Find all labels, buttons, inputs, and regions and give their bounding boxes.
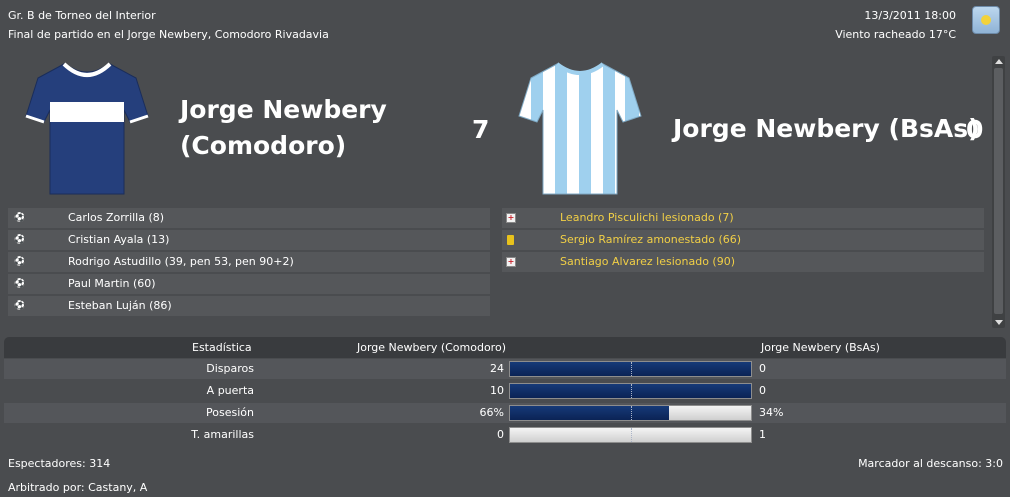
match-datetime: 13/3/2011 18:00 bbox=[864, 9, 956, 22]
stats-header-away: Jorge Newbery (BsAs) bbox=[761, 341, 880, 354]
stat-bar bbox=[509, 427, 752, 443]
stat-row-possession: Posesión 66% 34% bbox=[4, 403, 1006, 423]
away-event-text: Leandro Pisculichi lesionado (7) bbox=[560, 211, 734, 224]
scroll-up-arrow-icon[interactable] bbox=[995, 59, 1003, 64]
stat-home-value: 66% bbox=[479, 406, 504, 419]
stat-home-value: 0 bbox=[497, 428, 504, 441]
stat-bar-midline bbox=[631, 428, 632, 442]
home-event-row[interactable]: ⚽ Paul Martin (60) bbox=[8, 274, 490, 294]
home-team-name-line2: (Comodoro) bbox=[180, 131, 347, 160]
home-event-text: Cristian Ayala (13) bbox=[68, 233, 170, 246]
stat-label: Posesión bbox=[206, 406, 254, 419]
goal-ball-icon: ⚽ bbox=[14, 213, 26, 223]
stat-row-shots: Disparos 24 0 bbox=[4, 359, 1006, 379]
away-event-row[interactable]: + Santiago Alvarez lesionado (90) bbox=[502, 252, 984, 272]
spectators-label: Espectadores: 314 bbox=[8, 457, 111, 470]
stat-bar bbox=[509, 383, 752, 399]
away-event-text: Sergio Ramírez amonestado (66) bbox=[560, 233, 742, 246]
stat-label: T. amarillas bbox=[191, 428, 254, 441]
stat-bar-midline bbox=[631, 384, 632, 398]
goal-ball-icon: ⚽ bbox=[14, 301, 26, 311]
away-event-text: Santiago Alvarez lesionado (90) bbox=[560, 255, 736, 268]
away-score: 0 bbox=[966, 115, 984, 144]
stat-label: A puerta bbox=[206, 384, 254, 397]
stat-bar-midline bbox=[631, 406, 632, 420]
stats-header: Estadística Jorge Newbery (Comodoro) Jor… bbox=[4, 337, 1006, 358]
competition-label[interactable]: Gr. B de Torneo del Interior bbox=[8, 9, 156, 22]
stat-home-value: 10 bbox=[490, 384, 504, 397]
away-shirt-icon bbox=[518, 62, 642, 195]
home-event-text: Carlos Zorrilla (8) bbox=[68, 211, 165, 224]
away-event-row[interactable]: + Leandro Pisculichi lesionado (7) bbox=[502, 208, 984, 228]
home-event-text: Esteban Luján (86) bbox=[68, 299, 172, 312]
home-team-name[interactable]: Jorge Newbery (Comodoro) bbox=[180, 92, 387, 164]
home-event-text: Paul Martin (60) bbox=[68, 277, 156, 290]
weather-label: Viento racheado 17°C bbox=[835, 28, 956, 41]
stat-home-value: 24 bbox=[490, 362, 504, 375]
stat-bar bbox=[509, 405, 752, 421]
away-event-row[interactable]: Sergio Ramírez amonestado (66) bbox=[502, 230, 984, 250]
scroll-down-arrow-icon[interactable] bbox=[995, 320, 1003, 325]
home-event-text: Rodrigo Astudillo (39, pen 53, pen 90+2) bbox=[68, 255, 294, 268]
match-status-label: Final de partido en el Jorge Newbery, Co… bbox=[8, 28, 329, 41]
home-event-row[interactable]: ⚽ Rodrigo Astudillo (39, pen 53, pen 90+… bbox=[8, 252, 490, 272]
stat-bar-midline bbox=[631, 362, 632, 376]
stat-bar bbox=[509, 361, 752, 377]
home-event-row[interactable]: ⚽ Esteban Luján (86) bbox=[8, 296, 490, 316]
stat-away-value: 0 bbox=[759, 384, 766, 397]
home-event-row[interactable]: ⚽ Cristian Ayala (13) bbox=[8, 230, 490, 250]
home-shirt-icon bbox=[25, 62, 149, 195]
stat-bar-fill bbox=[510, 406, 670, 420]
stats-header-label: Estadística bbox=[192, 341, 252, 354]
sun-weather-icon bbox=[972, 6, 1000, 34]
stat-row-yellow-cards: T. amarillas 0 1 bbox=[4, 425, 1006, 445]
injury-cross-icon: + bbox=[506, 213, 516, 223]
goal-ball-icon: ⚽ bbox=[14, 257, 26, 267]
yellow-card-icon bbox=[507, 235, 514, 245]
stat-away-value: 0 bbox=[759, 362, 766, 375]
away-team-name[interactable]: Jorge Newbery (BsAs) bbox=[673, 111, 980, 147]
stat-away-value: 1 bbox=[759, 428, 766, 441]
stat-away-value: 34% bbox=[759, 406, 784, 419]
home-team-name-line1: Jorge Newbery bbox=[180, 95, 387, 124]
injury-cross-icon: + bbox=[506, 257, 516, 267]
stat-row-on-target: A puerta 10 0 bbox=[4, 381, 1006, 401]
goal-ball-icon: ⚽ bbox=[14, 279, 26, 289]
home-event-row[interactable]: ⚽ Carlos Zorrilla (8) bbox=[8, 208, 490, 228]
goal-ball-icon: ⚽ bbox=[14, 235, 26, 245]
events-scrollbar[interactable] bbox=[992, 56, 1005, 328]
home-score: 7 bbox=[472, 115, 490, 144]
stat-label: Disparos bbox=[206, 362, 254, 375]
referee-label: Arbitrado por: Castany, A bbox=[8, 481, 148, 494]
stats-header-home: Jorge Newbery (Comodoro) bbox=[357, 341, 506, 354]
halftime-score-label: Marcador al descanso: 3:0 bbox=[858, 457, 1003, 470]
scroll-thumb[interactable] bbox=[994, 68, 1003, 314]
